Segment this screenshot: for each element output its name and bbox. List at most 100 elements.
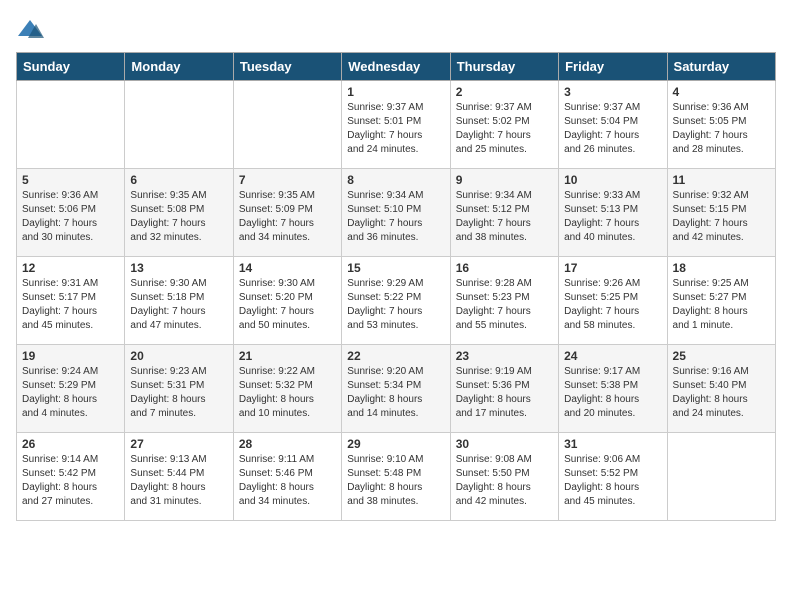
day-info: Sunrise: 9:17 AM Sunset: 5:38 PM Dayligh…	[564, 365, 661, 421]
day-info: Sunrise: 9:08 AM Sunset: 5:50 PM Dayligh…	[456, 453, 553, 509]
day-cell-3: 3 Sunrise: 9:37 AM Sunset: 5:04 PM Daylig…	[559, 81, 667, 169]
day-number: 25	[673, 349, 770, 363]
day-info: Sunrise: 9:37 AM Sunset: 5:04 PM Dayligh…	[564, 101, 661, 157]
day-number: 13	[130, 261, 227, 275]
day-info: Sunrise: 9:11 AM Sunset: 5:46 PM Dayligh…	[239, 453, 336, 509]
day-info: Sunrise: 9:13 AM Sunset: 5:44 PM Dayligh…	[130, 453, 227, 509]
empty-cell	[17, 81, 125, 169]
week-row-1: 1 Sunrise: 9:37 AM Sunset: 5:01 PM Daylig…	[17, 81, 776, 169]
header-day-sunday: Sunday	[17, 53, 125, 81]
day-cell-22: 22Sunrise: 9:20 AM Sunset: 5:34 PM Dayli…	[342, 345, 450, 433]
empty-cell	[233, 81, 341, 169]
day-cell-10: 10 Sunrise: 9:33 AM Sunset: 5:13 PM Dayli…	[559, 169, 667, 257]
header-row: SundayMondayTuesdayWednesdayThursdayFrid…	[17, 53, 776, 81]
day-cell-11: 11 Sunrise: 9:32 AM Sunset: 5:15 PM Dayli…	[667, 169, 775, 257]
day-info: Sunrise: 9:24 AM Sunset: 5:29 PM Dayligh…	[22, 365, 119, 421]
day-cell-28: 28 Sunrise: 9:11 AM Sunset: 5:46 PM Dayli…	[233, 433, 341, 521]
day-info: Sunrise: 9:35 AM Sunset: 5:08 PM Dayligh…	[130, 189, 227, 245]
day-cell-16: 16 Sunrise: 9:28 AM Sunset: 5:23 PM Dayli…	[450, 257, 558, 345]
day-number: 14	[239, 261, 336, 275]
day-cell-26: 26Sunrise: 9:14 AM Sunset: 5:42 PM Dayli…	[17, 433, 125, 521]
day-cell-31: 31 Sunrise: 9:06 AM Sunset: 5:52 PM Dayli…	[559, 433, 667, 521]
day-number: 6	[130, 173, 227, 187]
day-info: Sunrise: 9:06 AM Sunset: 5:52 PM Dayligh…	[564, 453, 661, 509]
day-number: 15	[347, 261, 444, 275]
day-number: 18	[673, 261, 770, 275]
day-number: 28	[239, 437, 336, 451]
day-number: 17	[564, 261, 661, 275]
week-row-4: 19 Sunrise: 9:24 AM Sunset: 5:29 PM Dayli…	[17, 345, 776, 433]
day-number: 31	[564, 437, 661, 451]
day-cell-1: 1 Sunrise: 9:37 AM Sunset: 5:01 PM Daylig…	[342, 81, 450, 169]
day-cell-9: 9 Sunrise: 9:34 AM Sunset: 5:12 PM Daylig…	[450, 169, 558, 257]
empty-cell	[125, 81, 233, 169]
day-info: Sunrise: 9:31 AM Sunset: 5:17 PM Dayligh…	[22, 277, 119, 333]
day-info: Sunrise: 9:32 AM Sunset: 5:15 PM Dayligh…	[673, 189, 770, 245]
day-cell-13: 13 Sunrise: 9:30 AM Sunset: 5:18 PM Dayli…	[125, 257, 233, 345]
day-info: Sunrise: 9:37 AM Sunset: 5:01 PM Dayligh…	[347, 101, 444, 157]
day-number: 8	[347, 173, 444, 187]
day-info: Sunrise: 9:28 AM Sunset: 5:23 PM Dayligh…	[456, 277, 553, 333]
day-number: 21	[239, 349, 336, 363]
day-number: 16	[456, 261, 553, 275]
day-info: Sunrise: 9:16 AM Sunset: 5:40 PM Dayligh…	[673, 365, 770, 421]
day-cell-8: 8 Sunrise: 9:34 AM Sunset: 5:10 PM Daylig…	[342, 169, 450, 257]
header-day-tuesday: Tuesday	[233, 53, 341, 81]
day-cell-25: 25 Sunrise: 9:16 AM Sunset: 5:40 PM Dayli…	[667, 345, 775, 433]
day-number: 20	[130, 349, 227, 363]
logo	[16, 16, 48, 44]
day-info: Sunrise: 9:33 AM Sunset: 5:13 PM Dayligh…	[564, 189, 661, 245]
day-cell-12: 12 Sunrise: 9:31 AM Sunset: 5:17 PM Dayli…	[17, 257, 125, 345]
day-cell-24: 24 Sunrise: 9:17 AM Sunset: 5:38 PM Dayli…	[559, 345, 667, 433]
day-cell-14: 14 Sunrise: 9:30 AM Sunset: 5:20 PM Dayli…	[233, 257, 341, 345]
empty-cell	[667, 433, 775, 521]
day-cell-23: 23 Sunrise: 9:19 AM Sunset: 5:36 PM Dayli…	[450, 345, 558, 433]
day-cell-2: 2 Sunrise: 9:37 AM Sunset: 5:02 PM Daylig…	[450, 81, 558, 169]
header-day-thursday: Thursday	[450, 53, 558, 81]
day-info: Sunrise: 9:26 AM Sunset: 5:25 PM Dayligh…	[564, 277, 661, 333]
day-info: Sunrise: 9:25 AM Sunset: 5:27 PM Dayligh…	[673, 277, 770, 333]
day-cell-27: 27 Sunrise: 9:13 AM Sunset: 5:44 PM Dayli…	[125, 433, 233, 521]
day-number: 3	[564, 85, 661, 99]
day-number: 29	[347, 437, 444, 451]
day-cell-5: 5Sunrise: 9:36 AM Sunset: 5:06 PM Daylig…	[17, 169, 125, 257]
day-cell-17: 17 Sunrise: 9:26 AM Sunset: 5:25 PM Dayli…	[559, 257, 667, 345]
day-cell-21: 21Sunrise: 9:22 AM Sunset: 5:32 PM Dayli…	[233, 345, 341, 433]
day-cell-19: 19 Sunrise: 9:24 AM Sunset: 5:29 PM Dayli…	[17, 345, 125, 433]
day-number: 23	[456, 349, 553, 363]
header-day-friday: Friday	[559, 53, 667, 81]
logo-icon	[16, 16, 44, 44]
day-info: Sunrise: 9:29 AM Sunset: 5:22 PM Dayligh…	[347, 277, 444, 333]
header-day-saturday: Saturday	[667, 53, 775, 81]
day-number: 26	[22, 437, 119, 451]
day-number: 19	[22, 349, 119, 363]
day-info: Sunrise: 9:37 AM Sunset: 5:02 PM Dayligh…	[456, 101, 553, 157]
header-day-wednesday: Wednesday	[342, 53, 450, 81]
page-header	[16, 16, 776, 44]
day-info: Sunrise: 9:34 AM Sunset: 5:12 PM Dayligh…	[456, 189, 553, 245]
day-cell-20: 20Sunrise: 9:23 AM Sunset: 5:31 PM Dayli…	[125, 345, 233, 433]
day-number: 22	[347, 349, 444, 363]
day-number: 27	[130, 437, 227, 451]
day-info: Sunrise: 9:30 AM Sunset: 5:20 PM Dayligh…	[239, 277, 336, 333]
day-info: Sunrise: 9:10 AM Sunset: 5:48 PM Dayligh…	[347, 453, 444, 509]
day-cell-15: 15 Sunrise: 9:29 AM Sunset: 5:22 PM Dayli…	[342, 257, 450, 345]
day-info: Sunrise: 9:35 AM Sunset: 5:09 PM Dayligh…	[239, 189, 336, 245]
day-info: Sunrise: 9:30 AM Sunset: 5:18 PM Dayligh…	[130, 277, 227, 333]
day-number: 2	[456, 85, 553, 99]
day-cell-30: 30 Sunrise: 9:08 AM Sunset: 5:50 PM Dayli…	[450, 433, 558, 521]
day-cell-7: 7 Sunrise: 9:35 AM Sunset: 5:09 PM Daylig…	[233, 169, 341, 257]
week-row-3: 12 Sunrise: 9:31 AM Sunset: 5:17 PM Dayli…	[17, 257, 776, 345]
day-number: 30	[456, 437, 553, 451]
day-info: Sunrise: 9:34 AM Sunset: 5:10 PM Dayligh…	[347, 189, 444, 245]
day-number: 24	[564, 349, 661, 363]
day-number: 12	[22, 261, 119, 275]
day-number: 11	[673, 173, 770, 187]
day-info: Sunrise: 9:36 AM Sunset: 5:05 PM Dayligh…	[673, 101, 770, 157]
day-number: 1	[347, 85, 444, 99]
day-number: 10	[564, 173, 661, 187]
day-info: Sunrise: 9:19 AM Sunset: 5:36 PM Dayligh…	[456, 365, 553, 421]
day-number: 9	[456, 173, 553, 187]
day-number: 7	[239, 173, 336, 187]
day-number: 4	[673, 85, 770, 99]
